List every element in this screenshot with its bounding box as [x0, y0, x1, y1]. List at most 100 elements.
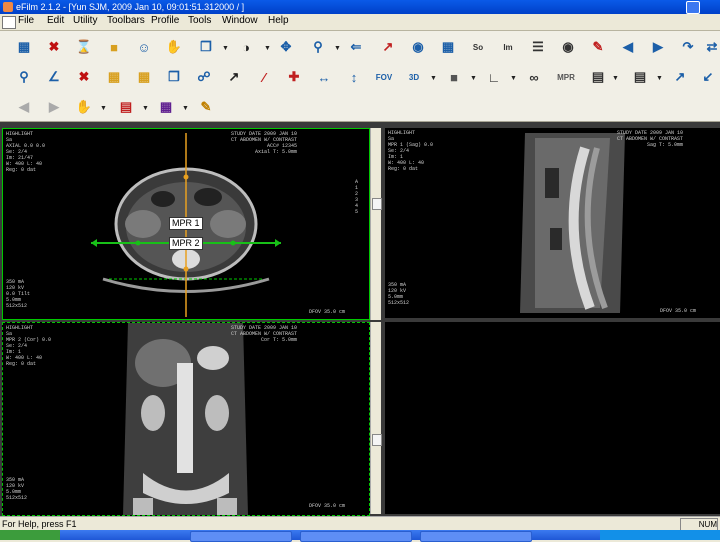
list-icon[interactable]: ☰ [528, 37, 548, 57]
roi-icon[interactable]: ▦ [104, 67, 124, 87]
next-series-icon[interactable]: ▶ [44, 97, 64, 117]
window-level-icon[interactable]: ◑ [236, 37, 256, 57]
chevron-down-icon[interactable]: ▼ [264, 45, 271, 52]
axial-top-right-info: STUDY DATE 2009 JAN 10 CT ABDOMEN W/ CON… [231, 131, 298, 155]
menu-profile[interactable]: Profile [151, 15, 179, 26]
mpr1-label[interactable]: MPR 1 [169, 217, 203, 230]
menu-file[interactable]: File [18, 15, 34, 26]
patient-icon[interactable]: ☺ [134, 37, 154, 57]
hourglass-icon[interactable]: ⌛ [74, 37, 94, 57]
menu-edit[interactable]: Edit [47, 15, 64, 26]
scroll-icon[interactable]: ⇐ [346, 37, 366, 57]
print-icon[interactable]: ▤ [116, 97, 136, 117]
delete-icon[interactable]: ✖ [74, 67, 94, 87]
glasses-icon[interactable]: ∞ [524, 67, 544, 87]
magnifier-icon[interactable]: ⚲ [14, 67, 34, 87]
axial-scrollbar[interactable] [370, 128, 382, 320]
empty-viewport[interactable] [385, 322, 720, 514]
chevron-down-icon[interactable]: ▼ [222, 45, 229, 52]
coronal-scrollbar[interactable] [370, 322, 382, 514]
toolbar: ▦ ✖ ⌛ ■ ☺ ✋ ❒ ▼ ◑ ▼ ✥ ⚲ ▼ ⇐ ↗ ◉ ▦ So Im … [0, 31, 720, 122]
axial-viewport[interactable]: MPR 1 MPR 2 HIGHLIGHT Sa AXIAL 0.0 0.0 S… [2, 128, 370, 320]
pan-icon[interactable]: ✥ [276, 37, 296, 57]
taskbar-button[interactable] [190, 531, 292, 542]
flip-icon[interactable]: ⇄ [702, 37, 720, 57]
chevron-down-icon[interactable]: ▼ [612, 75, 619, 82]
horizontal-arrows-icon[interactable]: ↔ [314, 67, 334, 87]
measure-icon[interactable]: ↗ [378, 37, 398, 57]
sagittal-viewport[interactable]: HIGHLIGHT Sa MPR 1 (Sag) 0.0 Se: 2/4 Im:… [385, 128, 720, 318]
coronal-bottom-left-info: 350 mA 120 kV 5.0mm 512x512 [6, 477, 28, 501]
minimize-button[interactable] [686, 1, 700, 14]
axis-icon[interactable]: ∟ [484, 67, 504, 87]
document-icon[interactable] [2, 16, 16, 29]
hand-icon[interactable]: ✋ [164, 37, 184, 57]
stack-icon[interactable]: ❒ [196, 37, 216, 57]
previous-icon[interactable]: ◀ [618, 37, 638, 57]
fov-button[interactable]: FOV [374, 67, 394, 87]
close-icon[interactable]: ✖ [44, 37, 64, 57]
chevron-down-icon[interactable]: ▼ [656, 75, 663, 82]
sagittal-ct-image [520, 133, 625, 313]
sliders-icon[interactable]: ▤ [630, 67, 650, 87]
pencil-icon[interactable]: ✎ [196, 97, 216, 117]
import-icon[interactable]: ↙ [698, 67, 718, 87]
scroll-thumb[interactable] [372, 434, 382, 446]
chevron-down-icon[interactable]: ▼ [142, 105, 149, 112]
help-status-text: For Help, press F1 [2, 519, 77, 529]
zoom-icon[interactable]: ⚲ [308, 37, 328, 57]
sagittal-bottom-left-info: 350 mA 120 kV 5.0mm 512x512 [388, 282, 410, 306]
layout-icon[interactable]: ▦ [438, 37, 458, 57]
line-icon[interactable]: ∕ [254, 67, 274, 87]
taskbar-button[interactable] [300, 531, 412, 542]
grid-icon[interactable]: ▦ [156, 97, 176, 117]
image-button[interactable]: Im [498, 37, 518, 57]
eye-icon[interactable]: ◉ [558, 37, 578, 57]
crosshair-icon[interactable]: ✚ [284, 67, 304, 87]
3d-button[interactable]: 3D [404, 67, 424, 87]
folder-icon[interactable]: ■ [104, 37, 124, 57]
open-study-icon[interactable]: ▦ [14, 37, 34, 57]
hand-icon[interactable]: ✋ [74, 97, 94, 117]
menu-toolbars[interactable]: Toolbars [107, 15, 145, 26]
arrow-icon[interactable]: ↗ [224, 67, 244, 87]
menu-utility[interactable]: Utility [73, 15, 97, 26]
chevron-down-icon[interactable]: ▼ [334, 45, 341, 52]
chevron-down-icon[interactable]: ▼ [470, 75, 477, 82]
taskbar [0, 530, 720, 542]
mpr2-label[interactable]: MPR 2 [169, 237, 203, 250]
coronal-ct-image [123, 323, 248, 515]
export-icon[interactable]: ↗ [670, 67, 690, 87]
annotation-icon[interactable]: ✎ [588, 37, 608, 57]
scroll-thumb[interactable] [372, 198, 382, 210]
start-button[interactable] [0, 530, 60, 540]
axial-scale-ticks: A 1 2 3 4 5 [355, 179, 359, 215]
menu-help[interactable]: Help [268, 15, 289, 26]
menu-tools[interactable]: Tools [188, 15, 211, 26]
previous-series-icon[interactable]: ◀ [14, 97, 34, 117]
window-title: eFilm 2.1.2 - [Yun SJM, 2009 Jan 10, 09:… [16, 2, 245, 12]
chevron-down-icon[interactable]: ▼ [510, 75, 517, 82]
menu-bar: File Edit Utility Toolbars Profile Tools… [0, 14, 720, 31]
link-icon[interactable]: ☍ [194, 67, 214, 87]
angle-icon[interactable]: ∠ [44, 67, 64, 87]
axial-bottom-left-info: 350 mA 120 kV 0.0 Tilt 5.0mm 512x512 [6, 279, 31, 309]
taskbar-button[interactable] [420, 531, 532, 542]
histogram-icon[interactable]: ▤ [588, 67, 608, 87]
system-tray [600, 530, 720, 540]
mpr-button[interactable]: MPR [556, 67, 576, 87]
next-icon[interactable]: ▶ [648, 37, 668, 57]
vertical-arrows-icon[interactable]: ↕ [344, 67, 364, 87]
chevron-down-icon[interactable]: ▼ [430, 75, 437, 82]
copy-icon[interactable]: ❒ [164, 67, 184, 87]
series-button[interactable]: So [468, 37, 488, 57]
menu-window[interactable]: Window [222, 15, 258, 26]
shutter-icon[interactable]: ■ [444, 67, 464, 87]
cine-icon[interactable]: ◉ [408, 37, 428, 57]
chevron-down-icon[interactable]: ▼ [100, 105, 107, 112]
sagittal-top-right-info: STUDY DATE 2009 JAN 10 CT ABDOMEN W/ CON… [617, 130, 684, 148]
coronal-viewport[interactable]: HIGHLIGHT Sa MPR 2 (Cor) 0.0 Se: 2/4 Im:… [2, 322, 370, 516]
rotate-icon[interactable]: ↷ [678, 37, 698, 57]
ruler-icon[interactable]: ▦ [134, 67, 154, 87]
chevron-down-icon[interactable]: ▼ [182, 105, 189, 112]
